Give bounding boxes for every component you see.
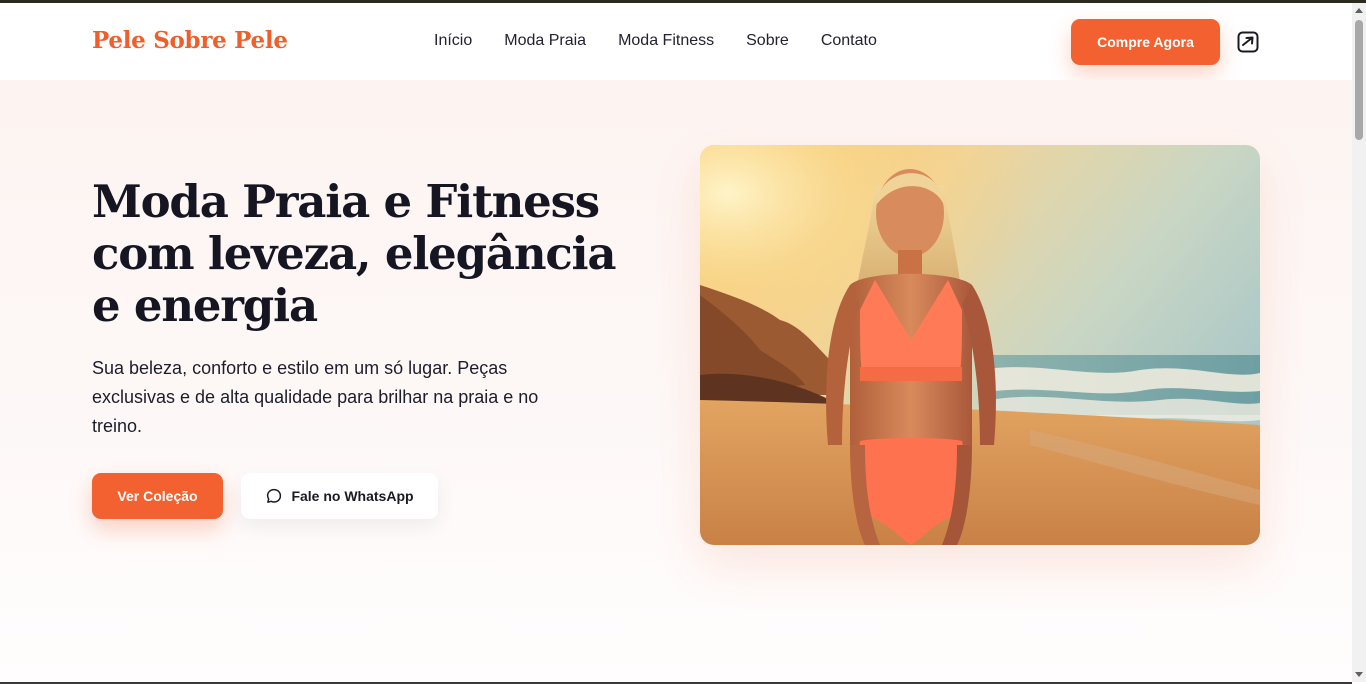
site-header: Pele Sobre Pele Início Moda Praia Moda F… [0,3,1352,80]
nav-link-contato[interactable]: Contato [821,32,877,50]
nav-link-inicio[interactable]: Início [434,32,472,50]
scroll-thumb[interactable] [1355,20,1363,140]
whatsapp-button[interactable]: Fale no WhatsApp [241,473,438,519]
nav-link-sobre[interactable]: Sobre [746,32,789,50]
nav-link-moda-fitness[interactable]: Moda Fitness [618,32,714,50]
brand-logo[interactable]: Pele Sobre Pele [92,27,288,54]
hero-subtitle: Sua beleza, conforto e estilo em um só l… [92,358,539,436]
chat-bubble-icon [265,487,283,505]
hero-title: Moda Praia e Fitness com leveza, elegânc… [92,175,617,332]
scroll-down-arrow[interactable] [1355,672,1363,677]
page-viewport: Pele Sobre Pele Início Moda Praia Moda F… [0,3,1352,682]
scroll-up-arrow[interactable] [1355,8,1363,13]
view-collection-button[interactable]: Ver Coleção [92,473,223,519]
main-nav: Início Moda Praia Moda Fitness Sobre Con… [434,32,877,50]
whatsapp-button-label: Fale no WhatsApp [291,488,414,504]
nav-link-moda-praia[interactable]: Moda Praia [504,32,586,50]
beach-model-photo [700,145,1260,545]
scrollbar[interactable] [1352,3,1366,682]
hero-section: Moda Praia e Fitness com leveza, elegânc… [0,80,1352,682]
share-icon[interactable] [1236,30,1260,54]
buy-now-button[interactable]: Compre Agora [1071,19,1220,65]
